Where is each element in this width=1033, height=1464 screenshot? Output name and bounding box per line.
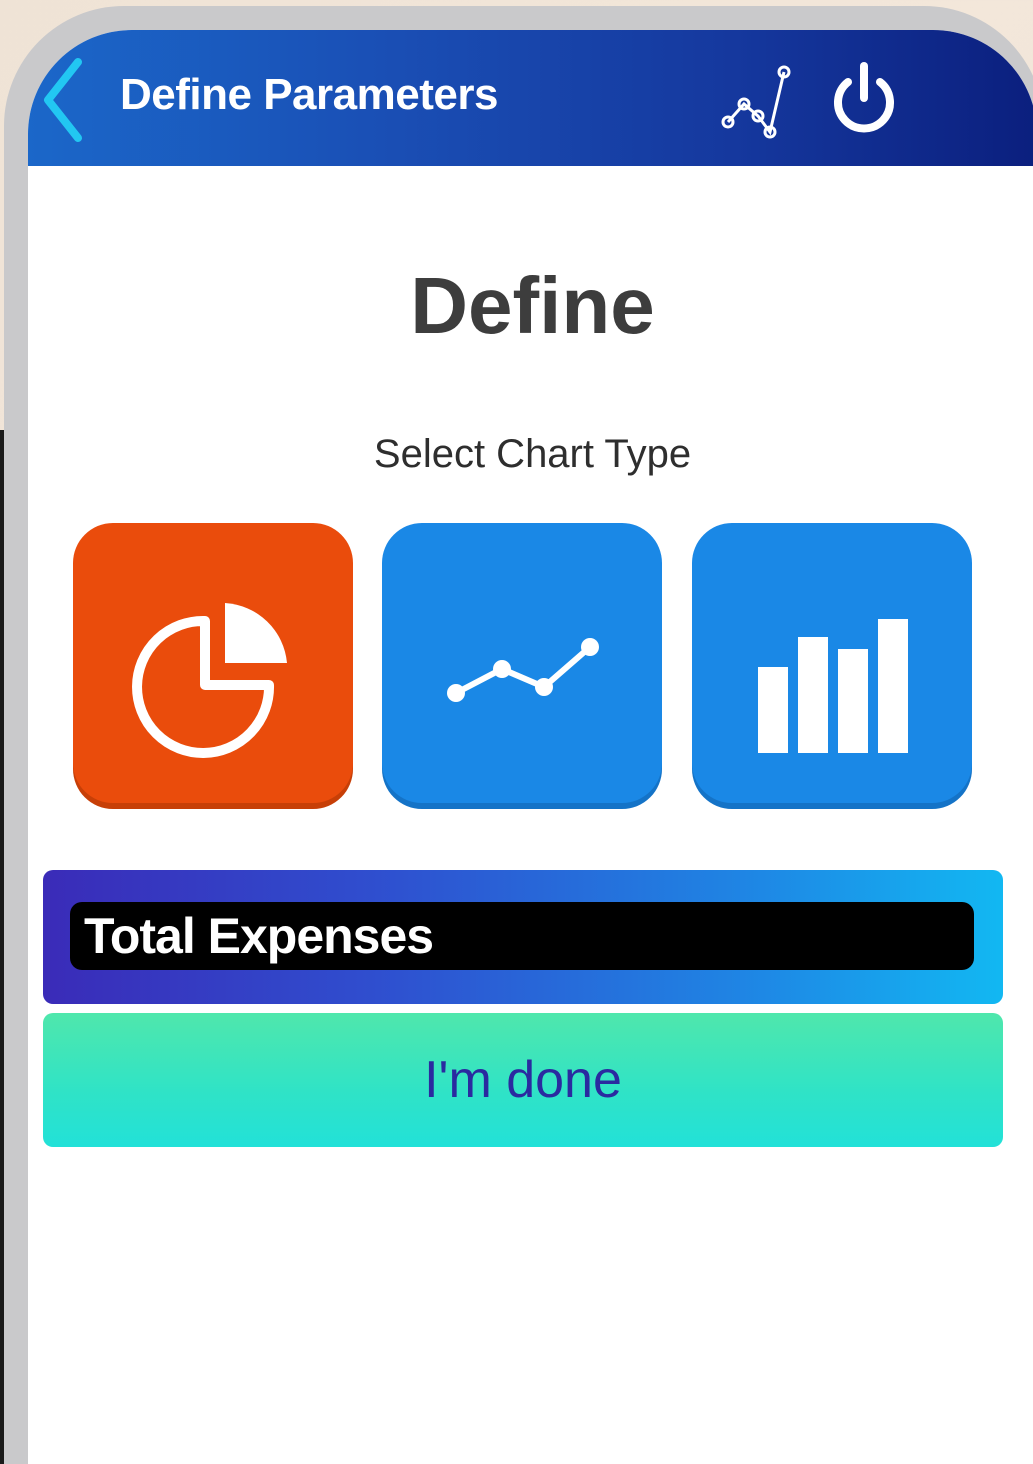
phone-frame: Define Parameters Define Select Chart Ty… [4, 6, 1033, 1464]
pie-chart-icon [132, 603, 287, 758]
pie-chart-option[interactable] [73, 523, 353, 803]
chevron-left-icon [44, 58, 82, 142]
done-button[interactable]: I'm done [43, 1013, 1003, 1147]
chart-name-bar [43, 870, 1003, 1004]
bar-chart-option[interactable] [692, 523, 972, 803]
line-chart-icon [721, 65, 791, 139]
page-heading: Define [410, 261, 655, 350]
back-button[interactable] [36, 50, 96, 150]
bar-chart-icon [758, 619, 908, 753]
app-screen: Define Parameters Define Select Chart Ty… [28, 30, 1033, 1464]
power-icon [834, 62, 894, 133]
chart-button[interactable] [718, 60, 798, 140]
line-chart-option[interactable] [382, 523, 662, 803]
app-bar: Define Parameters [28, 30, 1033, 166]
line-chart-icon [447, 638, 599, 702]
power-button[interactable] [824, 58, 904, 142]
app-title: Define Parameters [120, 70, 498, 119]
chart-name-input[interactable] [70, 902, 974, 970]
chart-type-label: Select Chart Type [373, 432, 692, 476]
